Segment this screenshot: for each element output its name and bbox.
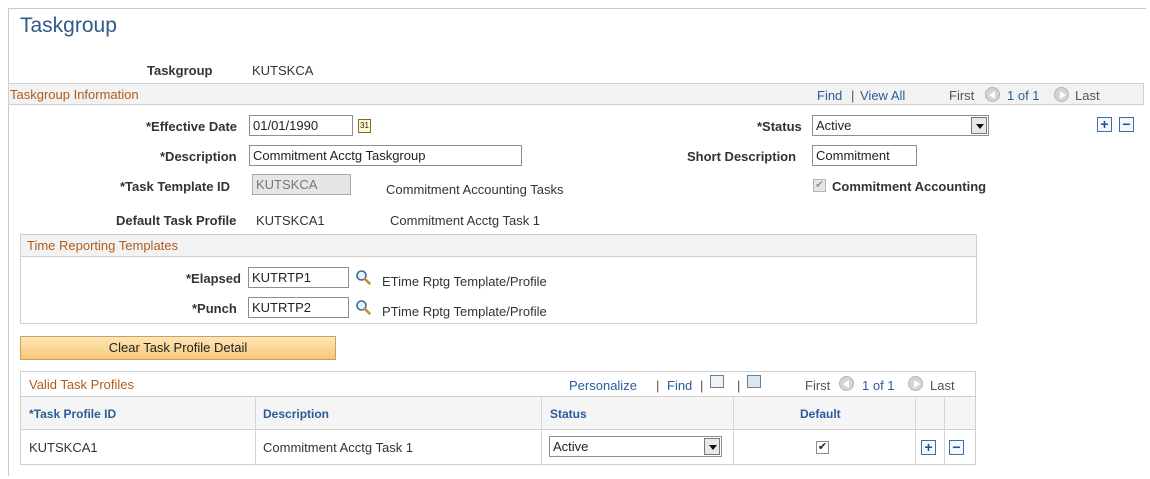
clear-task-profile-detail-button[interactable]: Clear Task Profile Detail: [20, 336, 336, 360]
punch-input[interactable]: KUTRTP2: [248, 297, 349, 318]
row-description: Commitment Acctg Task 1: [263, 440, 414, 455]
column-header-task-profile-id[interactable]: *Task Profile ID: [29, 407, 116, 421]
taskgroup-value: KUTSKCA: [252, 63, 314, 78]
default-task-profile-value: KUTSKCA1: [256, 213, 325, 228]
view-all-link[interactable]: View All: [860, 88, 905, 103]
link-separator: |: [851, 88, 855, 103]
delete-row-button[interactable]: −: [1119, 117, 1134, 132]
task-template-input: KUTSKCA: [252, 174, 351, 195]
row-task-profile-id: KUTSKCA1: [29, 440, 98, 455]
default-task-profile-label: Default Task Profile: [116, 213, 237, 228]
personalize-link[interactable]: Personalize: [569, 378, 637, 393]
last-label[interactable]: Last: [1075, 88, 1100, 103]
status-label: *Status: [757, 119, 802, 134]
zoom-icon[interactable]: [710, 375, 724, 388]
commitment-accounting-label: Commitment Accounting: [832, 179, 987, 194]
column-divider: [915, 396, 916, 465]
row-status-select[interactable]: Active: [549, 436, 722, 457]
column-divider: [255, 396, 256, 465]
add-row-button[interactable]: +: [921, 440, 936, 455]
column-divider: [944, 396, 945, 465]
punch-label: *Punch: [192, 301, 237, 316]
default-task-profile-description: Commitment Acctg Task 1: [390, 213, 541, 228]
add-row-button[interactable]: +: [1097, 117, 1112, 132]
link-separator: |: [656, 378, 660, 393]
previous-icon[interactable]: [985, 87, 1000, 102]
column-header-description[interactable]: Description: [263, 407, 329, 421]
description-label: *Description: [160, 149, 237, 164]
calendar-icon[interactable]: 31: [358, 119, 371, 133]
column-header-default[interactable]: Default: [800, 407, 841, 421]
next-icon[interactable]: [908, 376, 923, 391]
row-counter: 1 of 1: [1007, 88, 1040, 103]
status-select[interactable]: Active: [812, 115, 989, 136]
chevron-down-icon[interactable]: [704, 438, 720, 455]
commitment-accounting-checkbox: ✔: [813, 179, 826, 192]
row-default-checkbox[interactable]: ✔: [816, 441, 829, 454]
first-label[interactable]: First: [949, 88, 974, 103]
page-title: Taskgroup: [20, 14, 117, 37]
time-reporting-title: Time Reporting Templates: [27, 238, 179, 253]
previous-icon[interactable]: [839, 376, 854, 391]
row-status-value: Active: [553, 439, 589, 454]
task-template-label: *Task Template ID: [120, 179, 231, 194]
punch-description: PTime Rptg Template/Profile: [382, 304, 547, 319]
grid-row-counter: 1 of 1: [862, 378, 895, 393]
last-label[interactable]: Last: [930, 378, 955, 393]
section-title: Taskgroup Information: [10, 87, 139, 102]
download-icon[interactable]: [747, 375, 761, 388]
valid-task-profiles-title: Valid Task Profiles: [29, 377, 135, 392]
task-template-description: Commitment Accounting Tasks: [386, 182, 564, 197]
search-icon[interactable]: [355, 299, 371, 315]
column-divider: [541, 396, 542, 465]
search-icon[interactable]: [355, 269, 371, 285]
chevron-down-icon[interactable]: [971, 117, 987, 134]
effective-date-input[interactable]: 01/01/1990: [249, 115, 353, 136]
first-label[interactable]: First: [805, 378, 830, 393]
column-header-status[interactable]: Status: [550, 407, 587, 421]
effective-date-label: *Effective Date: [146, 119, 238, 134]
taskgroup-label: Taskgroup: [147, 63, 213, 78]
find-link[interactable]: Find: [817, 88, 842, 103]
status-select-value: Active: [816, 118, 852, 133]
short-description-label: Short Description: [687, 149, 797, 164]
link-separator: |: [700, 378, 704, 393]
elapsed-label: *Elapsed: [186, 271, 241, 286]
short-description-input[interactable]: Commitment: [812, 145, 917, 166]
elapsed-input[interactable]: KUTRTP1: [248, 267, 349, 288]
link-separator: |: [737, 378, 741, 393]
description-input[interactable]: Commitment Acctg Taskgroup: [249, 145, 522, 166]
column-divider: [733, 396, 734, 465]
next-icon[interactable]: [1054, 87, 1069, 102]
find-link[interactable]: Find: [667, 378, 692, 393]
elapsed-description: ETime Rptg Template/Profile: [382, 274, 547, 289]
delete-row-button[interactable]: −: [949, 440, 964, 455]
